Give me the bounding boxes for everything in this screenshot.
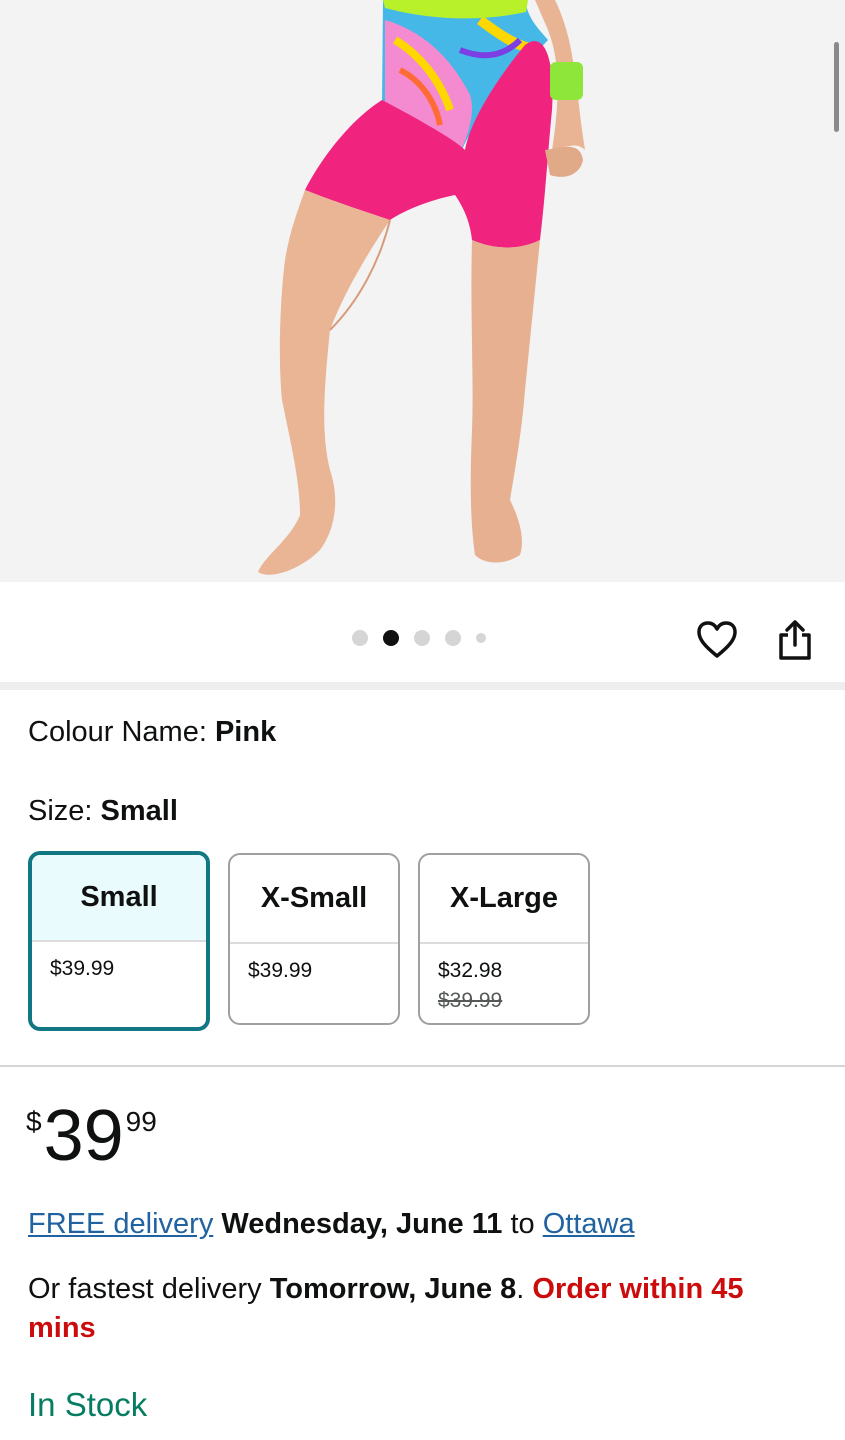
size-option-x-large[interactable]: X-Large $32.98 $39.99 [418, 853, 590, 1025]
delivery-info: FREE delivery Wednesday, June 11 to Otta… [28, 1208, 635, 1241]
size-row: Size: Small [28, 795, 178, 828]
size-option-price: $39.99 [248, 959, 313, 982]
carousel-dot-active[interactable] [383, 630, 399, 646]
size-option-price-area: $39.99 [32, 942, 206, 984]
carousel-dot[interactable] [445, 630, 461, 646]
size-option-name: Small [32, 855, 206, 942]
carousel-dot[interactable] [476, 633, 486, 643]
fastest-date: Tomorrow, June 8 [269, 1273, 517, 1305]
share-icon [779, 620, 811, 660]
fastest-dot: . [516, 1273, 533, 1305]
size-option-small[interactable]: Small $39.99 [28, 851, 210, 1031]
size-option-was-price: $39.99 [438, 989, 503, 1012]
divider [0, 1065, 845, 1067]
size-option-price: $39.99 [50, 957, 115, 980]
size-option-price: $32.98 [438, 959, 503, 982]
carousel-dot[interactable] [352, 630, 368, 646]
delivery-date: Wednesday, June 11 [221, 1208, 503, 1240]
size-option-price-area: $39.99 [230, 944, 398, 986]
size-option-name: X-Small [230, 855, 398, 944]
size-options: Small $39.99 X-Small $39.99 X-Large $32.… [28, 851, 590, 1031]
fastest-delivery: Or fastest delivery Tomorrow, June 8. Or… [28, 1270, 818, 1348]
price-fraction: 99 [125, 1106, 157, 1137]
free-delivery-link[interactable]: FREE delivery [28, 1208, 213, 1240]
product-photo [258, 0, 585, 575]
carousel-dot[interactable] [414, 630, 430, 646]
colour-label: Colour Name: [28, 716, 215, 748]
colour-name-row: Colour Name: Pink [28, 716, 276, 749]
product-image[interactable] [0, 0, 845, 582]
size-value: Small [100, 795, 178, 827]
size-option-x-small[interactable]: X-Small $39.99 [228, 853, 400, 1025]
product-price: $ 39 99 [26, 1098, 157, 1174]
wishlist-button[interactable] [695, 618, 739, 662]
section-separator [0, 682, 845, 690]
size-option-name: X-Large [420, 855, 588, 944]
delivery-to: to [502, 1208, 543, 1240]
share-button[interactable] [773, 618, 817, 662]
scrollbar[interactable] [834, 42, 839, 132]
fastest-prefix: Or fastest delivery [28, 1273, 270, 1305]
price-whole: 39 [43, 1096, 124, 1176]
image-controls [0, 582, 845, 682]
stock-status: In Stock [28, 1386, 148, 1423]
delivery-location-link[interactable]: Ottawa [543, 1208, 635, 1240]
heart-icon [697, 621, 737, 658]
size-label: Size: [28, 795, 101, 827]
size-option-price-area: $32.98 $39.99 [420, 944, 588, 1016]
price-symbol: $ [26, 1106, 42, 1137]
carousel-dots[interactable] [352, 630, 486, 646]
colour-value: Pink [214, 716, 277, 748]
